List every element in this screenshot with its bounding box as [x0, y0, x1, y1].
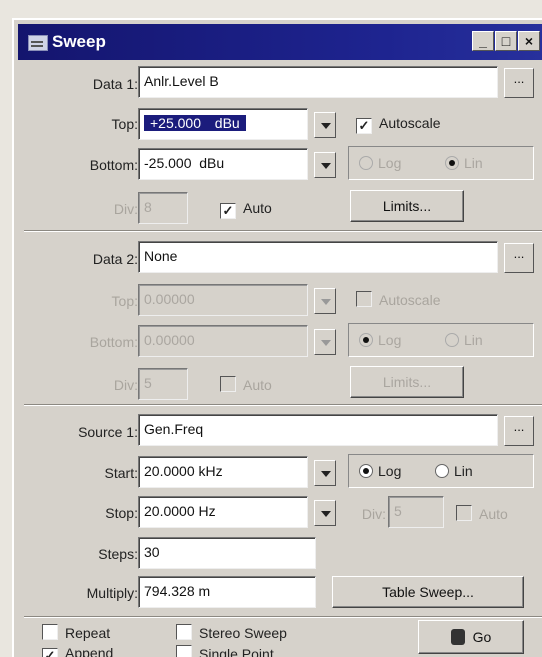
- checkmark-icon: ✓: [42, 648, 58, 657]
- data1-input[interactable]: Anlr.Level B: [138, 66, 498, 98]
- multiply-input[interactable]: 794.328 m: [138, 576, 316, 608]
- data2-label: Data 2:: [92, 251, 138, 267]
- stereo-sweep-checkbox[interactable]: Stereo Sweep: [176, 624, 287, 641]
- data2-lin-radio[interactable]: Lin: [445, 332, 483, 348]
- data1-scale-group: Log Lin: [348, 146, 534, 180]
- source1-div-input[interactable]: 5: [388, 496, 444, 528]
- divider: [24, 616, 542, 618]
- data2-autoscale-checkbox[interactable]: Autoscale: [356, 291, 440, 308]
- append-checkbox[interactable]: ✓ Append: [42, 645, 113, 657]
- data1-bottom-dropdown[interactable]: [314, 152, 336, 178]
- source1-scale-group: Log Lin: [348, 454, 534, 488]
- source1-browse-button[interactable]: ...: [504, 416, 534, 446]
- stop-dropdown[interactable]: [314, 500, 336, 526]
- data1-top-label: Top:: [111, 116, 138, 132]
- divider: [24, 404, 542, 406]
- window-title: Sweep: [52, 32, 106, 51]
- data2-div-input[interactable]: 5: [138, 368, 188, 400]
- title-bar[interactable]: Sweep _ □ ×: [18, 24, 542, 60]
- data1-log-radio[interactable]: Log: [359, 155, 401, 171]
- data1-lin-radio[interactable]: Lin: [445, 155, 483, 171]
- data1-div-label: Div:: [113, 201, 138, 217]
- stop-label: Stop:: [105, 505, 138, 521]
- steps-label: Steps:: [98, 546, 138, 562]
- data1-browse-button[interactable]: ...: [504, 68, 534, 98]
- data1-label: Data 1:: [92, 76, 138, 92]
- data2-limits-button[interactable]: Limits...: [350, 366, 464, 398]
- data2-browse-button[interactable]: ...: [504, 243, 534, 273]
- checkmark-icon: ✓: [220, 203, 236, 219]
- data2-bottom-input[interactable]: 0.00000: [138, 325, 308, 357]
- single-point-checkbox[interactable]: Single Point: [176, 645, 274, 657]
- data2-log-radio[interactable]: Log: [359, 332, 401, 348]
- source1-label: Source 1:: [78, 424, 138, 440]
- divider: [24, 230, 542, 232]
- data1-bottom-label: Bottom:: [89, 157, 138, 173]
- data2-bottom-label: Bottom:: [89, 334, 138, 350]
- data2-scale-group: Log Lin: [348, 323, 534, 357]
- start-input[interactable]: 20.0000 kHz: [138, 456, 308, 488]
- repeat-checkbox[interactable]: Repeat: [42, 624, 110, 641]
- multiply-label: Multiply:: [86, 585, 138, 601]
- data2-input[interactable]: None: [138, 241, 498, 273]
- stop-input[interactable]: 20.0000 Hz: [138, 496, 308, 528]
- close-button[interactable]: ×: [518, 31, 540, 51]
- source1-input[interactable]: Gen.Freq: [138, 414, 498, 446]
- table-sweep-button[interactable]: Table Sweep...: [332, 576, 524, 608]
- data2-bottom-dropdown[interactable]: [314, 329, 336, 355]
- start-dropdown[interactable]: [314, 460, 336, 486]
- source1-log-radio[interactable]: Log: [359, 463, 401, 479]
- data1-top-input[interactable]: +25.000 dBu: [138, 108, 308, 140]
- maximize-button[interactable]: □: [495, 31, 517, 51]
- source1-lin-radio[interactable]: Lin: [435, 463, 473, 479]
- checkmark-icon: ✓: [356, 118, 372, 134]
- data1-limits-button[interactable]: Limits...: [350, 190, 464, 222]
- data2-top-dropdown[interactable]: [314, 288, 336, 314]
- data1-top-dropdown[interactable]: [314, 112, 336, 138]
- minimize-button[interactable]: _: [472, 31, 494, 51]
- window-icon: [28, 35, 48, 51]
- data2-top-input[interactable]: 0.00000: [138, 284, 308, 316]
- source1-div-label: Div:: [361, 506, 386, 522]
- sweep-window: Sweep _ □ × Data 1: Anlr.Level B ... Top…: [12, 18, 542, 657]
- steps-input[interactable]: 30: [138, 537, 316, 569]
- data1-autoscale-checkbox[interactable]: ✓ Autoscale: [356, 115, 440, 134]
- data2-div-label: Div:: [113, 377, 138, 393]
- data1-bottom-input[interactable]: -25.000 dBu: [138, 148, 308, 180]
- go-button[interactable]: Go: [418, 620, 524, 654]
- data2-top-label: Top:: [111, 293, 138, 309]
- go-icon: [450, 629, 465, 645]
- source1-auto-checkbox[interactable]: Auto: [456, 505, 508, 522]
- start-label: Start:: [104, 465, 138, 481]
- data1-div-input[interactable]: 8: [138, 192, 188, 224]
- data2-auto-checkbox[interactable]: Auto: [220, 376, 272, 393]
- data1-auto-checkbox[interactable]: ✓ Auto: [220, 200, 272, 219]
